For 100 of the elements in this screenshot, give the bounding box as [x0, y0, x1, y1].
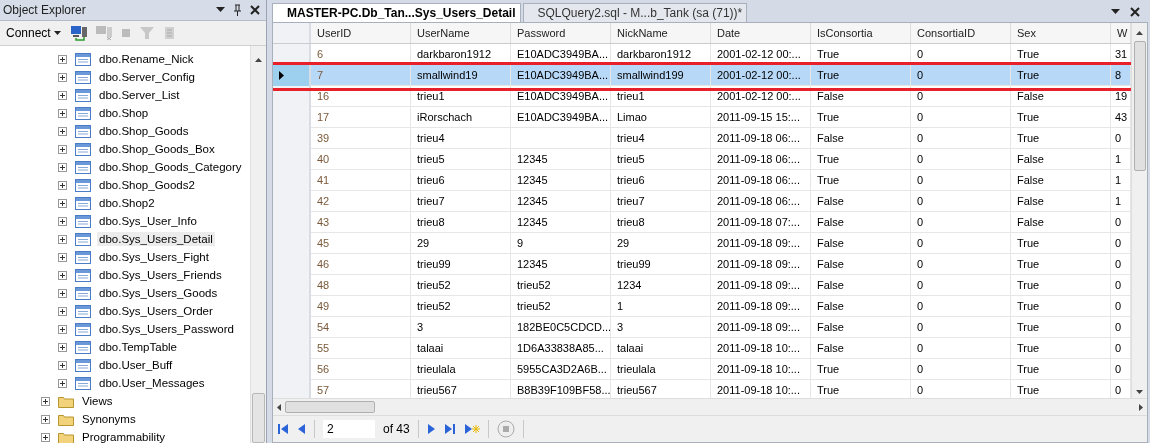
table-cell[interactable]: Limao	[611, 107, 711, 128]
tree-item[interactable]: dbo.Sys_Users_Order	[97, 304, 215, 318]
first-page-icon[interactable]	[277, 423, 289, 435]
expand-icon[interactable]	[58, 72, 67, 82]
table-cell[interactable]: False	[811, 212, 911, 233]
table-cell[interactable]: iRorschach	[411, 107, 511, 128]
tree-item[interactable]: dbo.Shop_Goods_Box	[97, 142, 217, 156]
table-cell[interactable]: 2011-09-18 06:...	[711, 191, 811, 212]
tree-item[interactable]: Programmability	[80, 430, 168, 443]
table-cell[interactable]: 0	[911, 317, 1011, 338]
table-cell[interactable]: 0	[911, 359, 1011, 380]
table-cell[interactable]: True	[1011, 107, 1111, 128]
table-cell[interactable]: 0	[911, 86, 1011, 107]
table-cell[interactable]: 12345	[511, 170, 611, 191]
scroll-left-icon[interactable]	[277, 403, 281, 411]
table-cell[interactable]: smallwind199	[611, 65, 711, 86]
table-cell[interactable]: 7	[311, 65, 411, 86]
next-page-icon[interactable]	[426, 423, 436, 435]
table-cell[interactable]: trieu52	[411, 275, 511, 296]
connect-button[interactable]: Connect	[4, 26, 63, 40]
column-header[interactable]: Sex	[1011, 23, 1111, 43]
table-cell[interactable]: False	[811, 275, 911, 296]
column-header[interactable]: Password	[511, 23, 611, 43]
table-cell[interactable]: trieu52	[511, 296, 611, 317]
column-header[interactable]: ConsortiaID	[911, 23, 1011, 43]
close-icon[interactable]	[1130, 7, 1140, 17]
table-cell[interactable]: trieu5	[411, 149, 511, 170]
table-cell[interactable]: 0	[911, 170, 1011, 191]
tree-item[interactable]: dbo.Sys_Users_Friends	[97, 268, 224, 282]
tree-item[interactable]: dbo.Sys_Users_Detail	[97, 232, 215, 246]
table-cell[interactable]: True	[811, 359, 911, 380]
page-field[interactable]: 2	[323, 420, 375, 438]
table-cell[interactable]: False	[811, 86, 911, 107]
tree-item[interactable]: dbo.Server_Config	[97, 70, 197, 84]
vertical-scrollbar[interactable]	[250, 46, 266, 443]
table-cell[interactable]: 0	[911, 296, 1011, 317]
table-cell[interactable]: trieu8	[611, 212, 711, 233]
table-cell[interactable]: 1D6A33838A85...	[511, 338, 611, 359]
table-cell[interactable]	[511, 128, 611, 149]
column-header[interactable]: UserID	[311, 23, 411, 43]
table-cell[interactable]: 29	[411, 233, 511, 254]
table-cell[interactable]: 12345	[511, 191, 611, 212]
table-cell[interactable]: False	[1011, 170, 1111, 191]
tree-item[interactable]: Synonyms	[80, 412, 138, 426]
table-cell[interactable]: True	[1011, 275, 1111, 296]
table-cell[interactable]: 2011-09-15 15:...	[711, 107, 811, 128]
dropdown-icon[interactable]	[216, 7, 225, 13]
table-cell[interactable]: 2001-02-12 00:...	[711, 65, 811, 86]
table-cell[interactable]: False	[1011, 191, 1111, 212]
table-cell[interactable]: True	[811, 107, 911, 128]
table-cell[interactable]: 29	[611, 233, 711, 254]
table-cell[interactable]: trieulala	[411, 359, 511, 380]
table-cell[interactable]: trieu1	[411, 86, 511, 107]
table-cell[interactable]: 2011-09-18 09:...	[711, 296, 811, 317]
table-cell[interactable]: 0	[911, 233, 1011, 254]
table-cell[interactable]: smallwind19	[411, 65, 511, 86]
scroll-down-icon[interactable]	[1136, 390, 1143, 394]
expand-icon[interactable]	[58, 216, 67, 226]
table-cell[interactable]: 56	[311, 359, 411, 380]
tree-item[interactable]: Views	[80, 394, 115, 408]
table-cell[interactable]: 2011-09-18 06:...	[711, 149, 811, 170]
table-cell[interactable]: True	[811, 65, 911, 86]
table-cell[interactable]: 0	[911, 275, 1011, 296]
table-cell[interactable]: trieu4	[411, 128, 511, 149]
table-cell[interactable]: E10ADC3949BA...	[511, 86, 611, 107]
table-cell[interactable]: 0	[911, 128, 1011, 149]
expand-icon[interactable]	[58, 324, 67, 334]
expand-icon[interactable]	[58, 126, 67, 136]
scroll-right-icon[interactable]	[1139, 403, 1143, 411]
last-page-icon[interactable]	[443, 423, 456, 435]
expand-icon[interactable]	[58, 198, 67, 208]
expand-icon[interactable]	[58, 270, 67, 280]
tree-item[interactable]: dbo.Sys_Users_Fight	[97, 250, 211, 264]
scroll-thumb[interactable]	[252, 393, 265, 443]
expand-icon[interactable]	[58, 306, 67, 316]
table-cell[interactable]: True	[1011, 233, 1111, 254]
expand-icon[interactable]	[58, 90, 67, 100]
column-header[interactable]: UserName	[411, 23, 511, 43]
expand-icon[interactable]	[58, 144, 67, 154]
table-cell[interactable]: 49	[311, 296, 411, 317]
table-cell[interactable]: 54	[311, 317, 411, 338]
table-cell[interactable]: 3	[411, 317, 511, 338]
vertical-scrollbar[interactable]	[1131, 23, 1147, 398]
tree-item[interactable]: dbo.Shop_Goods2	[97, 178, 197, 192]
table-cell[interactable]: False	[1011, 86, 1111, 107]
table-cell[interactable]: 2011-09-18 10:...	[711, 359, 811, 380]
table-cell[interactable]: False	[811, 296, 911, 317]
expand-icon[interactable]	[58, 360, 67, 370]
expand-icon[interactable]	[58, 252, 67, 262]
document-tab[interactable]: MASTER-PC.Db_Tan...Sys_Users_Detail	[272, 3, 521, 22]
table-cell[interactable]: talaai	[411, 338, 511, 359]
table-cell[interactable]: 182BE0C5CDCD...	[511, 317, 611, 338]
table-cell[interactable]: 12345	[511, 149, 611, 170]
table-cell[interactable]: 0	[911, 107, 1011, 128]
table-cell[interactable]: 2011-09-18 10:...	[711, 338, 811, 359]
table-cell[interactable]: 2011-09-18 07:...	[711, 212, 811, 233]
tree-item[interactable]: dbo.Sys_User_Info	[97, 214, 199, 228]
new-row-icon[interactable]	[463, 423, 480, 435]
table-cell[interactable]: True	[1011, 65, 1111, 86]
table-cell[interactable]: False	[811, 254, 911, 275]
